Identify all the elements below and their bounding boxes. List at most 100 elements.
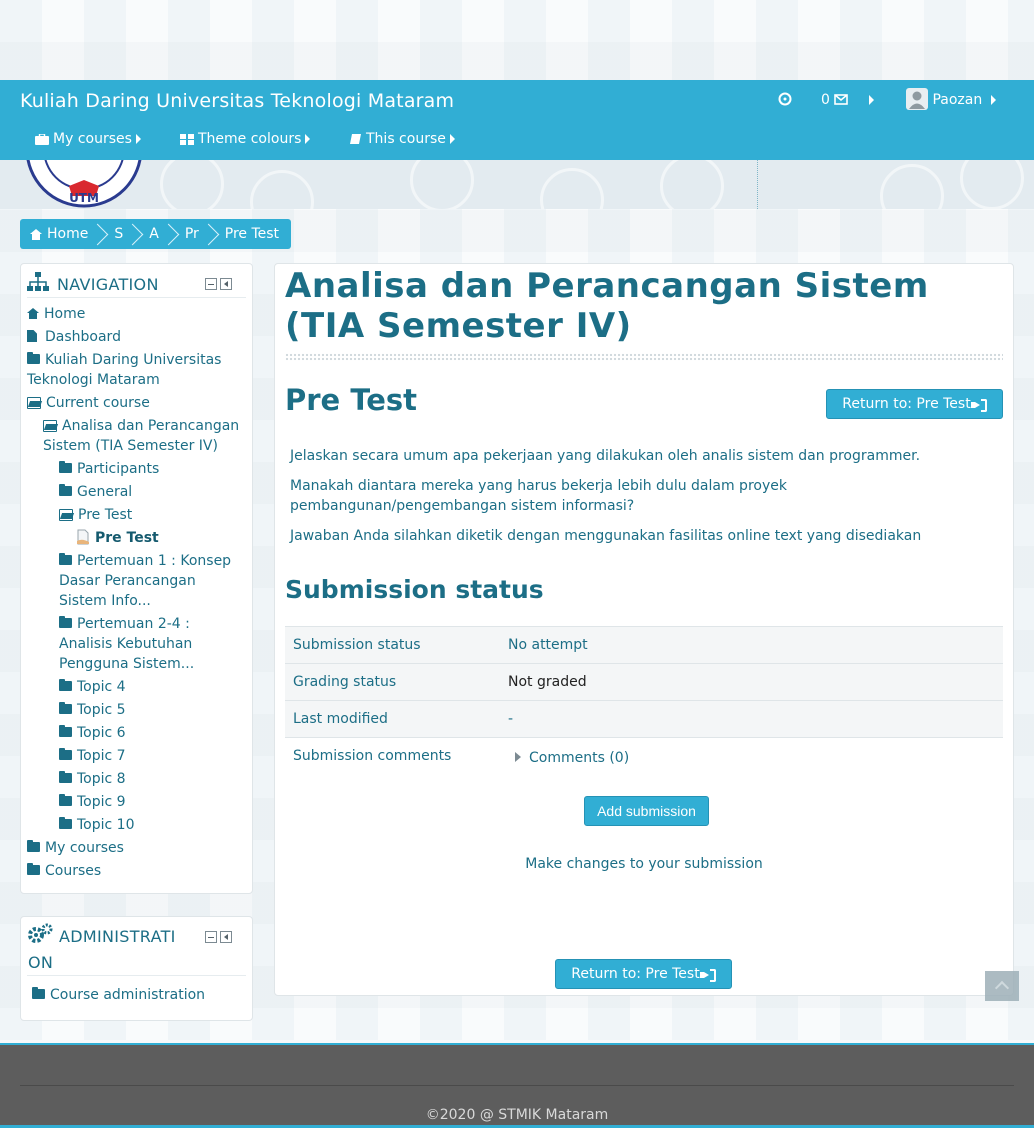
row-label: Grading status: [293, 674, 397, 690]
nav-item-topic-9[interactable]: Topic 9: [59, 792, 126, 812]
sitemap-icon: [27, 272, 49, 291]
nav-item-general[interactable]: General: [59, 482, 132, 502]
nav-item-current-course[interactable]: Current course: [27, 393, 150, 413]
triangle-right-icon: [515, 752, 521, 762]
minimize-icon[interactable]: [205, 931, 217, 943]
assignment-icon: [77, 529, 89, 545]
menu-label: Theme colours: [198, 131, 302, 147]
nav-label: Participants: [77, 461, 160, 477]
header-banner: UTM: [0, 160, 1034, 209]
nav-item-topic-4[interactable]: Topic 4: [59, 677, 126, 697]
nav-item-pre-test-section[interactable]: Pre Test: [59, 505, 132, 525]
breadcrumb-separator: [129, 219, 143, 249]
nav-item-my-courses[interactable]: My courses: [27, 838, 124, 858]
table-row: Submission status No attempt: [285, 626, 1003, 663]
folder-open-icon: [59, 509, 73, 521]
nav-item-topic-5[interactable]: Topic 5: [59, 700, 126, 720]
comments-label: Comments (0): [529, 750, 630, 766]
caret-right-icon: [135, 134, 141, 144]
clock-icon: [778, 92, 792, 106]
footer-divider: [20, 1085, 1014, 1086]
caret-right-icon: [305, 134, 311, 144]
language-menu[interactable]: [778, 92, 792, 108]
administration-title-line1: ADMINISTRATI: [59, 927, 176, 946]
nav-label: Home: [44, 306, 86, 322]
return-button-top[interactable]: Return to: Pre Test: [826, 389, 1003, 419]
row-value: No attempt: [508, 637, 588, 653]
add-submission-button[interactable]: Add submission: [584, 796, 709, 826]
nav-item-participants[interactable]: Participants: [59, 459, 159, 479]
return-button-bottom[interactable]: Return to: Pre Test: [555, 959, 732, 989]
nav-label: My courses: [45, 840, 124, 856]
folder-open-icon: [27, 397, 41, 409]
submission-status-heading: Submission status: [285, 575, 544, 604]
breadcrumb-separator: [165, 219, 179, 249]
user-menu[interactable]: Paozan: [906, 88, 996, 110]
comments-toggle[interactable]: Comments (0): [515, 750, 629, 766]
nav-label: Analisa dan Perancangan Sistem (TIA Seme…: [43, 418, 240, 454]
folder-icon: [59, 679, 72, 691]
menu-theme-colours[interactable]: Theme colours: [180, 131, 311, 147]
nav-label: Pre Test: [95, 530, 159, 546]
gears-icon: [28, 923, 53, 943]
row-label: Submission comments: [293, 748, 452, 764]
nav-item-topic-10[interactable]: Topic 10: [59, 815, 134, 835]
table-row: Grading status Not graded: [285, 663, 1003, 700]
svg-text:UTM: UTM: [69, 191, 99, 205]
folder-icon: [27, 352, 40, 364]
caret-right-icon: [990, 95, 996, 105]
row-value: -: [508, 711, 514, 727]
nav-item-site[interactable]: Kuliah Daring Universitas Teknologi Mata…: [27, 350, 237, 390]
nav-item-courses[interactable]: Courses: [27, 861, 101, 881]
breadcrumb: Home S A Pr Pre Test: [20, 219, 292, 249]
nav-item-topic-6[interactable]: Topic 6: [59, 723, 126, 743]
folder-icon: [59, 702, 72, 714]
breadcrumb-home[interactable]: Home: [30, 226, 88, 242]
folder-icon: [59, 725, 72, 737]
nav-label: Topic 10: [77, 817, 135, 833]
menu-my-courses[interactable]: My courses: [35, 131, 141, 147]
nav-item-topic-7[interactable]: Topic 7: [59, 746, 126, 766]
menu-this-course[interactable]: This course: [350, 131, 455, 147]
caret-right-icon: [868, 95, 874, 105]
dock-icon[interactable]: [220, 278, 232, 290]
nav-item-pertemuan-1[interactable]: Pertemuan 1 : Konsep Dasar Perancangan S…: [59, 551, 245, 611]
make-changes-text: Make changes to your submission: [525, 856, 763, 872]
intro-paragraph: Jawaban Anda silahkan diketik dengan men…: [290, 528, 922, 544]
folder-icon: [59, 794, 72, 806]
breadcrumb-separator: [94, 219, 108, 249]
nav-item-pertemuan-2-4[interactable]: Pertemuan 2-4 : Analisis Kebutuhan Pengg…: [59, 614, 235, 674]
nav-label: Dashboard: [45, 329, 121, 345]
dock-icon[interactable]: [220, 931, 232, 943]
page-footer: ©2020 @ STMIK Mataram: [0, 1043, 1034, 1128]
navigation-title: NAVIGATION: [57, 275, 159, 294]
breadcrumb-current[interactable]: Pre Test: [225, 226, 279, 242]
folder-icon: [59, 817, 72, 829]
table-row: Last modified -: [285, 700, 1003, 737]
nav-item-course-administration[interactable]: Course administration: [32, 985, 205, 1005]
nav-item-home[interactable]: Home: [27, 304, 85, 324]
nav-item-dashboard[interactable]: Dashboard: [27, 327, 121, 347]
nav-label: Pertemuan 1 : Konsep Dasar Perancangan S…: [59, 553, 232, 609]
nav-item-topic-8[interactable]: Topic 8: [59, 769, 126, 789]
nav-label: Pertemuan 2-4 : Analisis Kebutuhan Pengg…: [59, 616, 195, 672]
back-to-top-button[interactable]: [985, 971, 1019, 1001]
nav-item-pre-test-active[interactable]: Pre Test: [75, 528, 159, 548]
site-brand-link[interactable]: Kuliah Daring Universitas Teknologi Mata…: [20, 90, 454, 112]
message-count: 0: [821, 92, 830, 108]
home-icon: [30, 228, 42, 240]
nav-label: Topic 7: [77, 748, 126, 764]
folder-open-icon: [43, 420, 57, 432]
user-name: Paozan: [932, 92, 983, 108]
sign-in-icon: [974, 398, 987, 412]
minimize-icon[interactable]: [205, 278, 217, 290]
menu-label: This course: [366, 131, 446, 147]
nav-label: Topic 6: [77, 725, 126, 741]
nav-label: Courses: [45, 863, 102, 879]
nav-label: Topic 8: [77, 771, 126, 787]
nav-label: Topic 9: [77, 794, 126, 810]
messages-menu[interactable]: 0: [821, 92, 874, 108]
nav-item-course[interactable]: Analisa dan Perancangan Sistem (TIA Seme…: [43, 416, 243, 456]
administration-block: ADMINISTRATI ON Course administration: [20, 916, 253, 1021]
home-icon: [27, 308, 39, 319]
